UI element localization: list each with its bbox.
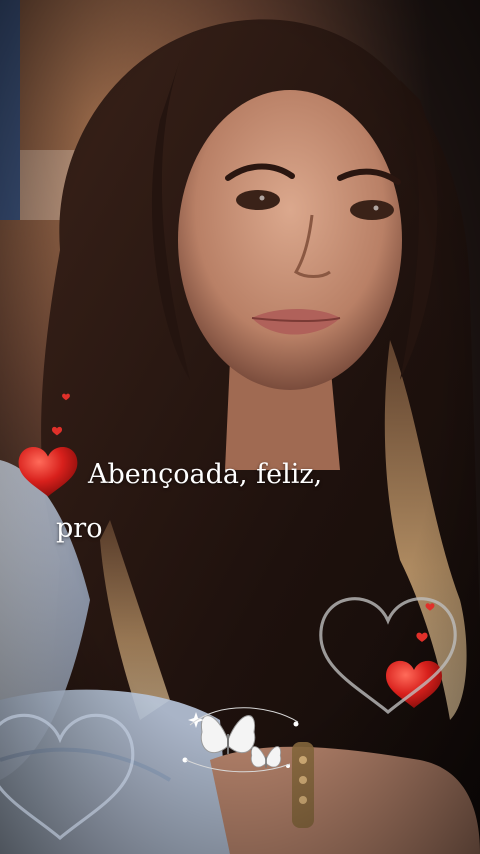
caption-text: Abençoada, feliz, pro (56, 448, 456, 556)
video-frame: Abençoada, feliz, pro (0, 0, 480, 854)
portrait-photo (0, 0, 480, 854)
caption-line-1: Abençoada, feliz, (88, 459, 323, 490)
caption-line-2: pro (56, 513, 103, 544)
